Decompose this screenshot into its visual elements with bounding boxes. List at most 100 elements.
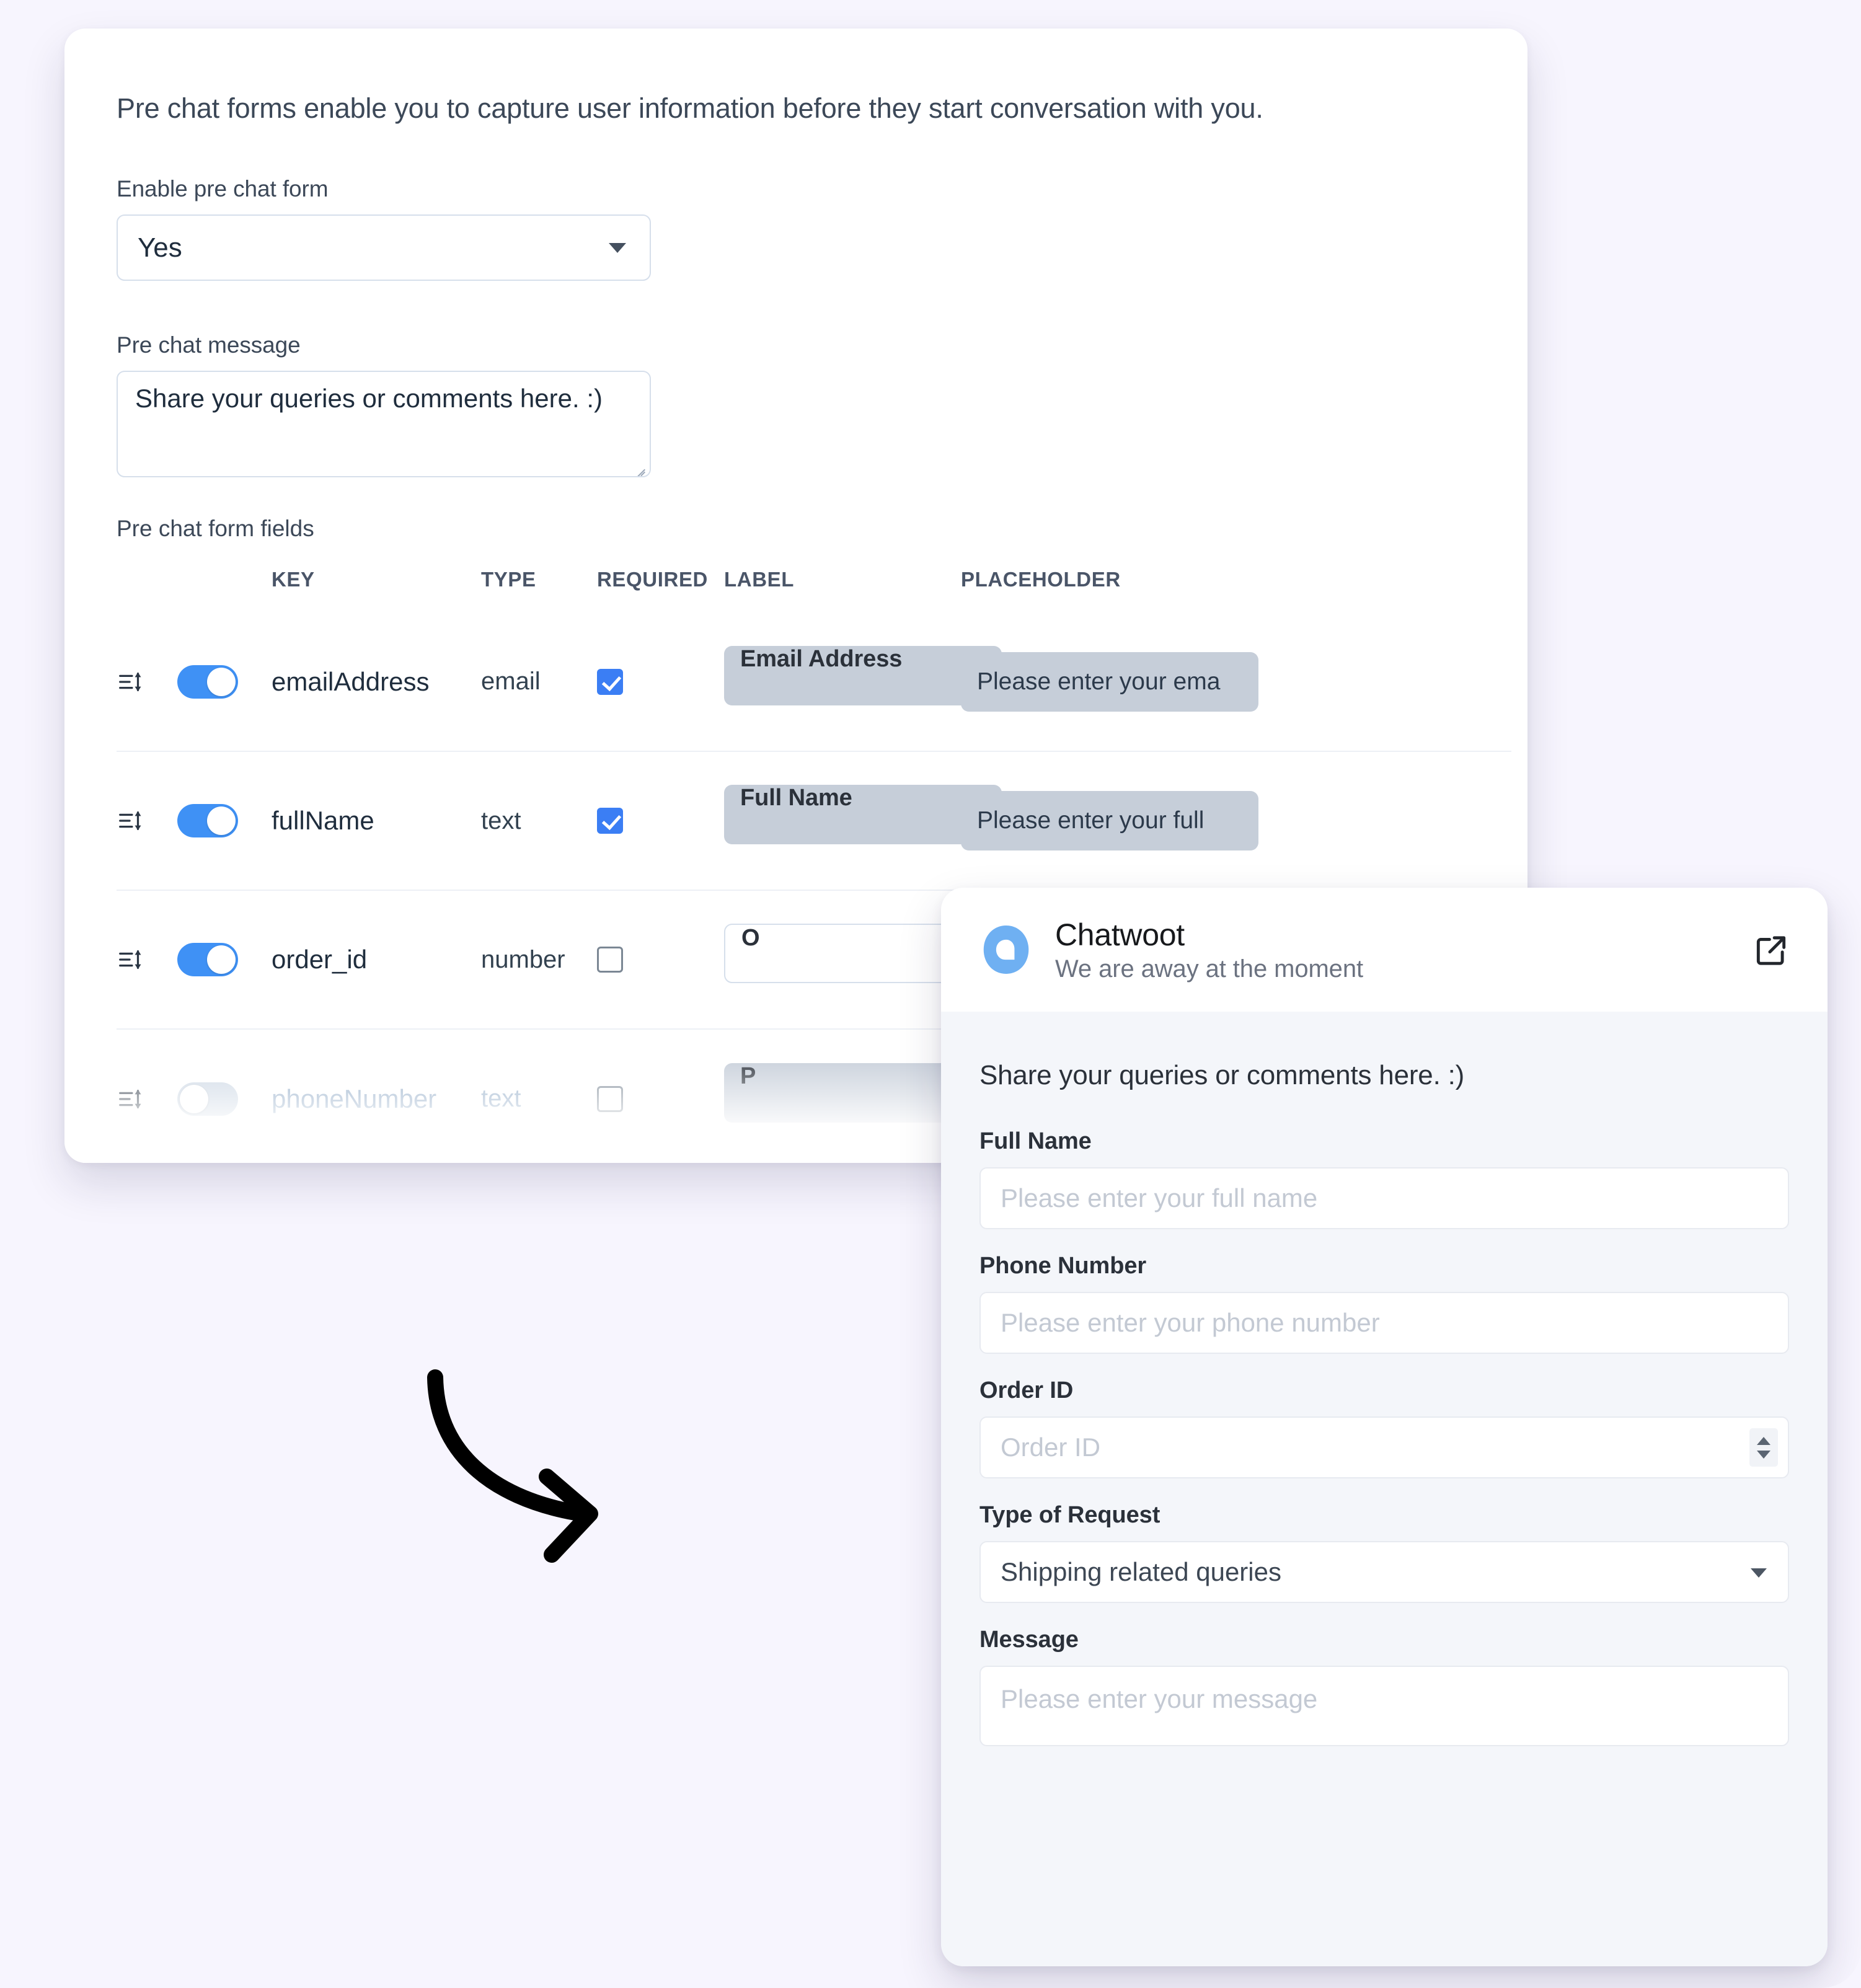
enable-pre-chat-form-group: Enable pre chat form Yes [117,176,651,281]
cell-key: fullName [272,751,481,890]
widget-label-phone-number: Phone Number [979,1253,1147,1279]
drag-reorder-icon[interactable] [117,945,145,974]
cell-required [597,1028,724,1163]
pre-chat-intro-text: Pre chat forms enable you to capture use… [117,92,1263,124]
column-header-key: KEY [272,568,315,591]
label-input[interactable]: Full Name [724,785,1002,844]
widget-input-phone-number[interactable]: Please enter your phone number [979,1292,1789,1354]
pre-chat-message-label: Pre chat message [117,332,301,358]
widget-field-phone-number: Phone Number Please enter your phone num… [979,1253,1789,1354]
enable-pre-chat-form-value: Yes [138,232,182,263]
cell-label: Email Address [724,612,1002,751]
widget-brand-text: Chatwoot We are away at the moment [1055,917,1752,983]
required-checkbox[interactable] [597,808,623,834]
toggle-knob [207,667,236,696]
cell-placeholder: Please enter your ema [961,612,1511,751]
widget-textarea-message[interactable]: Please enter your message [979,1666,1789,1746]
required-checkbox[interactable] [597,1085,623,1112]
widget-label-type-of-request: Type of Request [979,1502,1160,1528]
placeholder-input[interactable]: Please enter your full [961,791,1258,850]
widget-label-message: Message [979,1627,1079,1653]
widget-header: Chatwoot We are away at the moment [941,888,1828,1012]
column-header-placeholder: PLACEHOLDER [961,568,1121,591]
row-enable-toggle[interactable] [177,943,238,976]
cell-key: order_id [272,890,481,1029]
cell-drag-handle [117,890,177,1029]
widget-field-full-name: Full Name Please enter your full name [979,1128,1789,1229]
cell-enable-toggle [177,751,272,890]
label-input[interactable]: Email Address [724,645,1002,705]
drag-reorder-icon[interactable] [117,1085,145,1113]
widget-input-full-name[interactable]: Please enter your full name [979,1167,1789,1229]
toggle-knob [180,1084,208,1113]
stepper-up-icon[interactable] [1757,1436,1770,1445]
cell-label: Full Name [724,751,1002,890]
cell-type: email [481,668,541,695]
pre-chat-message-group: Pre chat message Share your queries or c… [117,332,651,477]
column-header-required: REQUIRED [597,568,708,591]
cell-type: text [481,751,597,890]
cell-required [597,612,724,751]
widget-field-message: Message Please enter your message [979,1627,1789,1746]
cell-required [597,751,724,890]
widget-availability-status: We are away at the moment [1055,955,1363,983]
cell-enable-toggle [177,1028,272,1163]
row-enable-toggle[interactable] [177,804,238,837]
cell-drag-handle [117,612,177,751]
page-stage: Pre chat forms enable you to capture use… [0,0,1861,1988]
widget-select-value: Shipping related queries [1001,1557,1281,1586]
chevron-down-icon [1751,1568,1767,1578]
cell-placeholder: Please enter your full [961,751,1511,890]
th-spacer-handle [117,568,177,612]
pre-chat-message-textarea[interactable]: Share your queries or comments here. :) [117,371,651,477]
number-stepper[interactable] [1749,1428,1778,1467]
widget-label-order-id: Order ID [979,1377,1074,1403]
required-checkbox[interactable] [597,668,623,695]
external-link-icon[interactable] [1752,930,1790,969]
chevron-down-icon [609,242,626,253]
cell-label: O [724,890,1002,1029]
table-row: fullName text Full Name Please enter you… [117,751,1511,890]
row-enable-toggle[interactable] [177,1082,238,1116]
widget-input-order-id-placeholder: Order ID [1001,1433,1101,1462]
cell-enable-toggle [177,612,272,751]
resize-handle-icon[interactable] [632,459,646,473]
pre-chat-message-value: Share your queries or comments here. :) [135,384,603,413]
cell-label: P [724,1028,1002,1163]
widget-input-order-id[interactable]: Order ID [979,1416,1789,1478]
drag-reorder-icon[interactable] [117,668,145,696]
chatwoot-widget-preview: Chatwoot We are away at the moment Share… [941,888,1828,1966]
th-spacer-toggle [177,568,272,612]
widget-body: Share your queries or comments here. :) … [941,1012,1828,1966]
placeholder-input[interactable]: Please enter your ema [961,652,1258,712]
table-row: emailAddress email Email Address Please … [117,612,1511,751]
cell-type: number [481,890,597,1029]
table-header-row: KEY TYPE REQUIRED LABEL PLACEHOLDER [117,568,1511,612]
toggle-knob [207,945,236,974]
widget-brand-name: Chatwoot [1055,917,1185,952]
column-header-label: LABEL [724,568,794,591]
widget-intro-message: Share your queries or comments here. :) [979,1060,1465,1090]
required-checkbox[interactable] [597,947,623,973]
cell-enable-toggle [177,890,272,1029]
cell-drag-handle [117,1028,177,1163]
cell-key: phoneNumber [272,1028,481,1163]
stepper-down-icon[interactable] [1757,1450,1770,1459]
widget-field-order-id: Order ID Order ID [979,1377,1789,1478]
widget-label-full-name: Full Name [979,1128,1092,1154]
widget-select-type-of-request[interactable]: Shipping related queries [979,1541,1789,1603]
curved-arrow-annotation [427,1369,598,1563]
enable-pre-chat-form-label: Enable pre chat form [117,176,329,201]
cell-drag-handle [117,751,177,890]
cell-key: emailAddress [272,666,430,696]
widget-field-type-of-request: Type of Request Shipping related queries [979,1502,1789,1603]
cell-required [597,890,724,1029]
enable-pre-chat-form-select[interactable]: Yes [117,214,651,281]
column-header-type: TYPE [481,568,536,591]
cell-type: text [481,1028,597,1163]
row-enable-toggle[interactable] [177,665,238,699]
toggle-knob [207,806,236,835]
chatwoot-logo-icon [983,926,1029,974]
pre-chat-form-fields-label: Pre chat form fields [117,516,314,541]
drag-reorder-icon[interactable] [117,806,145,835]
